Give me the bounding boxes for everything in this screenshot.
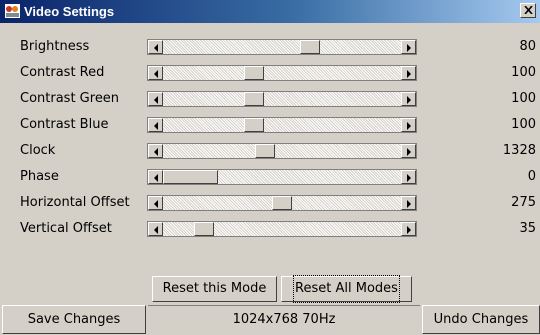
slider-row: Contrast Red 100 — [0, 61, 540, 85]
slider-track[interactable] — [163, 66, 401, 80]
slider-row: Phase 0 — [0, 165, 540, 189]
slider-scrollbar[interactable] — [147, 169, 417, 185]
video-settings-window: Video Settings Brightness 80 Contrast Red 1… — [0, 0, 540, 335]
slider-track[interactable] — [163, 40, 401, 54]
left-arrow-icon — [154, 122, 158, 130]
scroll-right-button[interactable] — [401, 40, 416, 54]
slider-value: 0 — [527, 169, 536, 184]
save-changes-button[interactable]: Save Changes — [2, 305, 146, 334]
slider-row: Vertical Offset 35 — [0, 217, 540, 241]
slider-thumb[interactable] — [243, 118, 264, 132]
scroll-left-button[interactable] — [148, 92, 163, 106]
scroll-right-button[interactable] — [401, 66, 416, 80]
scroll-right-button[interactable] — [401, 222, 416, 236]
close-icon — [524, 6, 533, 14]
slider-thumb[interactable] — [272, 196, 292, 210]
scroll-right-button[interactable] — [401, 196, 416, 210]
left-arrow-icon — [154, 148, 158, 156]
slider-scrollbar[interactable] — [147, 65, 417, 81]
undo-changes-button[interactable]: Undo Changes — [422, 305, 540, 334]
reset-all-modes-label: Reset All Modes — [293, 275, 400, 303]
slider-value: 35 — [519, 221, 536, 236]
video-settings-icon — [5, 4, 20, 18]
slider-label: Clock — [20, 143, 56, 158]
slider-row: Contrast Green 100 — [0, 87, 540, 111]
slider-label: Horizontal Offset — [20, 195, 130, 210]
right-arrow-icon — [407, 44, 411, 52]
left-arrow-icon — [154, 200, 158, 208]
slider-thumb[interactable] — [243, 66, 264, 80]
slider-scrollbar[interactable] — [147, 39, 417, 55]
scroll-right-button[interactable] — [401, 170, 416, 184]
left-arrow-icon — [154, 174, 158, 182]
slider-scrollbar[interactable] — [147, 195, 417, 211]
slider-track[interactable] — [163, 118, 401, 132]
scroll-left-button[interactable] — [148, 170, 163, 184]
right-arrow-icon — [407, 70, 411, 78]
close-button[interactable] — [520, 3, 536, 18]
scroll-left-button[interactable] — [148, 196, 163, 210]
slider-label: Contrast Red — [20, 65, 105, 80]
slider-scrollbar[interactable] — [147, 221, 417, 237]
left-arrow-icon — [154, 44, 158, 52]
slider-value: 1328 — [502, 143, 536, 158]
slider-thumb[interactable] — [243, 92, 264, 106]
title-bar[interactable]: Video Settings — [0, 0, 540, 23]
slider-scrollbar[interactable] — [147, 117, 417, 133]
right-arrow-icon — [407, 148, 411, 156]
undo-changes-label: Undo Changes — [433, 312, 529, 327]
right-arrow-icon — [407, 226, 411, 234]
slider-label: Phase — [20, 169, 59, 184]
scroll-left-button[interactable] — [148, 222, 163, 236]
slider-value: 100 — [511, 91, 536, 106]
left-arrow-icon — [154, 70, 158, 78]
slider-thumb[interactable] — [193, 222, 214, 236]
slider-thumb[interactable] — [300, 40, 321, 54]
scroll-left-button[interactable] — [148, 144, 163, 158]
slider-value: 275 — [511, 195, 536, 210]
slider-value: 100 — [511, 117, 536, 132]
slider-track[interactable] — [163, 92, 401, 106]
slider-row: Brightness 80 — [0, 35, 540, 59]
slider-label: Vertical Offset — [20, 221, 112, 236]
slider-row: Horizontal Offset 275 — [0, 191, 540, 215]
slider-row: Contrast Blue 100 — [0, 113, 540, 137]
slider-scrollbar[interactable] — [147, 91, 417, 107]
right-arrow-icon — [407, 96, 411, 104]
left-arrow-icon — [154, 96, 158, 104]
current-mode-status: 1024x768 70Hz — [148, 305, 420, 333]
left-arrow-icon — [154, 226, 158, 234]
scroll-right-button[interactable] — [401, 144, 416, 158]
slider-label: Contrast Green — [20, 91, 120, 106]
slider-thumb[interactable] — [163, 170, 218, 184]
save-changes-label: Save Changes — [27, 312, 121, 327]
slider-value: 100 — [511, 65, 536, 80]
reset-this-mode-label: Reset this Mode — [162, 281, 267, 296]
scroll-right-button[interactable] — [401, 118, 416, 132]
right-arrow-icon — [407, 200, 411, 208]
slider-label: Contrast Blue — [20, 117, 109, 132]
reset-all-modes-button[interactable]: Reset All Modes — [281, 275, 412, 303]
slider-track[interactable] — [163, 144, 401, 158]
slider-thumb[interactable] — [254, 144, 275, 158]
reset-this-mode-button[interactable]: Reset this Mode — [152, 276, 277, 302]
right-arrow-icon — [407, 122, 411, 130]
right-arrow-icon — [407, 174, 411, 182]
scroll-left-button[interactable] — [148, 40, 163, 54]
slider-value: 80 — [519, 39, 536, 54]
scroll-left-button[interactable] — [148, 118, 163, 132]
slider-row: Clock 1328 — [0, 139, 540, 163]
slider-label: Brightness — [20, 39, 90, 54]
slider-scrollbar[interactable] — [147, 143, 417, 159]
scroll-right-button[interactable] — [401, 92, 416, 106]
window-title: Video Settings — [24, 4, 115, 19]
scroll-left-button[interactable] — [148, 66, 163, 80]
